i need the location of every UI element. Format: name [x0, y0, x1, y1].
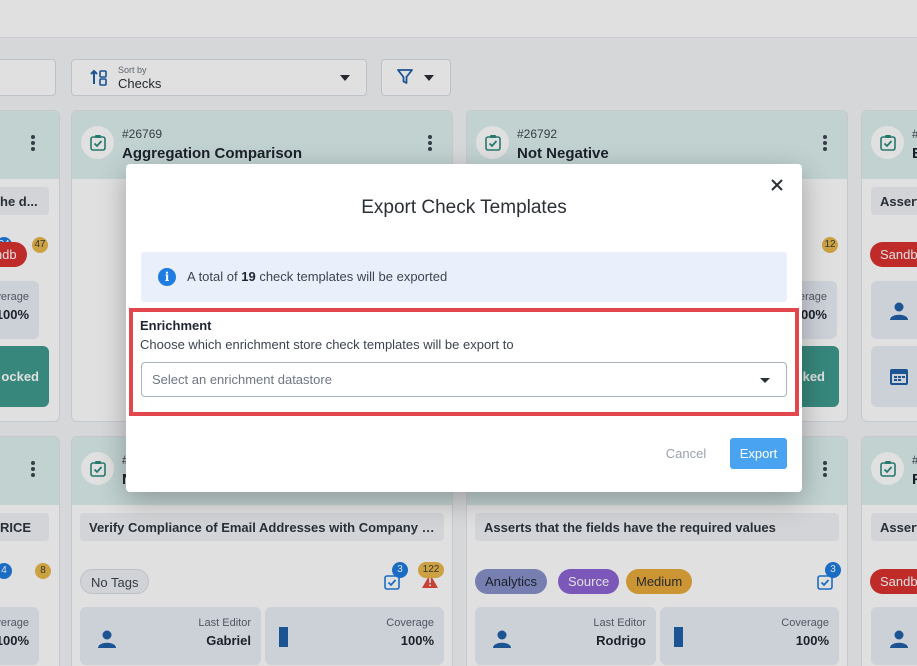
template-count: 19 — [241, 269, 256, 284]
enrichment-heading: Enrichment — [140, 318, 212, 333]
enrichment-description: Choose which enrichment store check temp… — [140, 337, 514, 352]
info-text: A total of 19 check templates will be ex… — [187, 269, 448, 284]
enrichment-datastore-select[interactable]: Select an enrichment datastore — [141, 362, 787, 397]
info-icon: i — [158, 268, 176, 286]
export-button[interactable]: Export — [730, 438, 787, 469]
cancel-button[interactable]: Cancel — [656, 438, 716, 469]
export-check-templates-dialog: Export Check Templates i A total of 19 c… — [126, 164, 802, 492]
dialog-title: Export Check Templates — [361, 197, 567, 218]
info-banner: i A total of 19 check templates will be … — [141, 252, 787, 302]
select-placeholder: Select an enrichment datastore — [152, 372, 332, 387]
close-icon[interactable] — [770, 176, 786, 192]
chevron-down-icon — [760, 378, 770, 383]
